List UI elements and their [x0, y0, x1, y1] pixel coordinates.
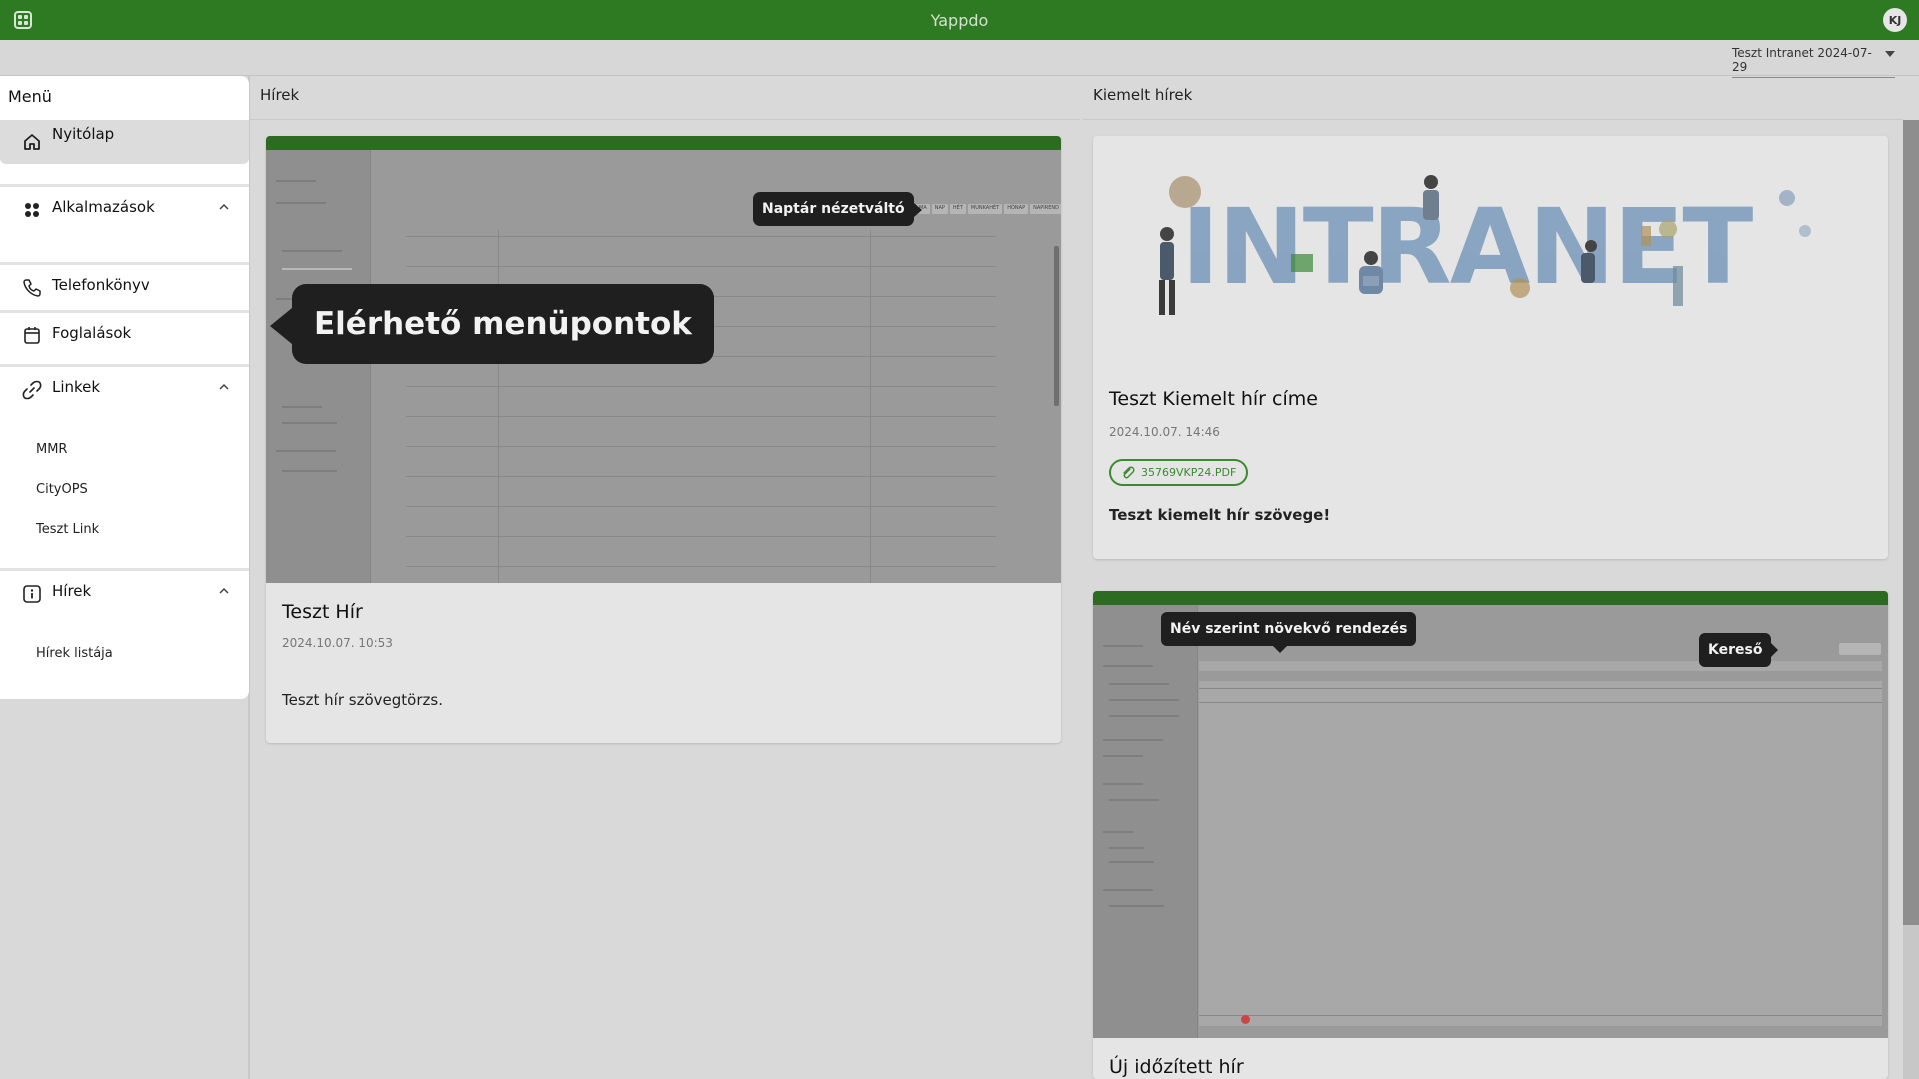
paperclip-icon	[1123, 466, 1135, 479]
featured-card-screenshot: Név szerint növekvő rendezés Kereső	[1093, 591, 1888, 1038]
featured-card[interactable]: INTRANET Teszt Kiemelt hír címe 2024.10.…	[1093, 136, 1888, 559]
featured-card-timed[interactable]: Név szerint növekvő rendezés Kereső Új i…	[1093, 591, 1888, 1079]
avatar[interactable]: KJ	[1883, 8, 1907, 32]
tooltip-arrow-icon	[1273, 646, 1287, 653]
sub-bar: Teszt Intranet 2024-07-29	[0, 40, 1919, 78]
featured-card-title[interactable]: Teszt Kiemelt hír címe	[1109, 388, 1318, 410]
shot-view-button: NAPIREND	[1030, 204, 1061, 214]
home-icon	[24, 134, 40, 150]
tooltip-sort: Név szerint növekvő rendezés	[1161, 612, 1417, 653]
sidebar-subitem-news-list[interactable]: Hírek listája	[36, 646, 113, 661]
sidebar-item-label: Foglalások	[52, 324, 132, 342]
chevron-up-icon[interactable]	[219, 586, 229, 596]
tooltip-menu-text: Elérhető menüpontok	[314, 306, 692, 342]
tooltip-view-switch: Naptár nézetváltó	[753, 192, 922, 226]
attachment-chip[interactable]: 35769VKP24.PDF	[1109, 459, 1249, 486]
shot-view-button: HÓNAP	[1004, 204, 1029, 214]
page-scrollbar[interactable]	[1903, 120, 1919, 1079]
info-icon	[23, 585, 41, 603]
featured-card-body: Teszt kiemelt hír szövege!	[1109, 506, 1331, 524]
chevron-down-icon	[1885, 51, 1895, 57]
tooltip-search: Kereső	[1699, 633, 1779, 667]
attachment-name: 35769VKP24.PDF	[1141, 466, 1237, 479]
sidebar-subitem-cityops[interactable]: CityOPS	[36, 482, 88, 497]
tooltip-sort-text: Név szerint növekvő rendezés	[1170, 621, 1408, 637]
divider	[0, 184, 249, 187]
shot-sidebar	[266, 150, 371, 583]
calendar-icon	[24, 327, 40, 344]
chevron-up-icon[interactable]	[219, 382, 229, 392]
scrollbar-thumb[interactable]	[1903, 120, 1919, 925]
sidebar-subitem-mmr[interactable]: MMR	[36, 442, 67, 457]
divider	[0, 310, 249, 313]
featured-card-timed-title[interactable]: Új időzített hír	[1109, 1056, 1244, 1078]
intranet-banner: INTRANET	[1093, 136, 1888, 356]
tooltip-arrow-icon	[270, 308, 292, 344]
tooltip-arrow-icon	[913, 203, 922, 217]
news-card[interactable]: MA NAP HÉT MUNKAHÉT HÓNAP NAPIREND Naptá…	[266, 136, 1061, 743]
news-card-title[interactable]: Teszt Hír	[282, 601, 363, 623]
sidebar-item-label: Linkek	[52, 378, 101, 396]
link-icon	[22, 380, 42, 400]
tenant-select-value: Teszt Intranet 2024-07-29	[1732, 46, 1872, 74]
divider	[0, 262, 249, 265]
sidebar-title: Menü	[8, 87, 52, 106]
shot-topbar	[1093, 591, 1888, 605]
sidebar-item-label: Telefonkönyv	[52, 276, 150, 294]
news-card-body: Teszt hír szövegtörzs.	[282, 691, 443, 709]
banner-people-illustration	[1159, 175, 1811, 315]
shot-view-button: MUNKAHÉT	[967, 204, 1003, 214]
tooltip-arrow-icon	[1771, 643, 1779, 657]
shot-view-button: NAP	[931, 204, 948, 214]
sidebar: Menü Nyitólap Alkalmazások Telefonkönyv …	[0, 76, 249, 699]
sidebar-item-label: Hírek	[52, 582, 92, 600]
top-bar: Yappdo KJ	[0, 0, 1919, 40]
news-header: Hírek	[250, 76, 1080, 120]
sidebar-item-links[interactable]: Linkek	[0, 368, 249, 412]
featured-header: Kiemelt hírek	[1083, 76, 1903, 120]
app-grid-icon[interactable]	[14, 11, 32, 29]
shot-sidebar	[1093, 605, 1198, 1038]
shot-topbar	[266, 136, 1061, 150]
sidebar-item-news[interactable]: Hírek	[0, 572, 249, 616]
sidebar-item-phonebook[interactable]: Telefonkönyv	[0, 266, 249, 310]
app-title: Yappdo	[930, 10, 989, 30]
divider	[0, 568, 249, 571]
shot-view-buttons: MA NAP HÉT MUNKAHÉT HÓNAP NAPIREND	[916, 204, 1061, 214]
news-card-date: 2024.10.07. 10:53	[282, 636, 393, 650]
news-header-title: Hírek	[260, 86, 300, 104]
sidebar-item-label: Alkalmazások	[52, 198, 155, 216]
tooltip-menu: Elérhető menüpontok	[270, 284, 714, 364]
chevron-up-icon[interactable]	[219, 202, 229, 212]
featured-card-date: 2024.10.07. 14:46	[1109, 425, 1220, 439]
sidebar-subitem-test-link[interactable]: Teszt Link	[36, 522, 99, 537]
sidebar-item-home[interactable]: Nyitólap	[0, 120, 249, 164]
news-card-screenshot: MA NAP HÉT MUNKAHÉT HÓNAP NAPIREND Naptá…	[266, 136, 1061, 583]
phone-icon	[23, 279, 41, 297]
tooltip-view-switch-text: Naptár nézetváltó	[762, 201, 905, 217]
sidebar-item-apps[interactable]: Alkalmazások	[0, 188, 249, 232]
featured-header-title: Kiemelt hírek	[1093, 86, 1193, 104]
shot-view-button: HÉT	[949, 204, 966, 214]
apps-icon	[25, 203, 39, 217]
tenant-select[interactable]: Teszt Intranet 2024-07-29	[1732, 46, 1895, 78]
sidebar-item-bookings[interactable]: Foglalások	[0, 314, 249, 358]
divider	[0, 364, 249, 367]
sidebar-item-label: Nyitólap	[52, 125, 115, 143]
tooltip-search-text: Kereső	[1708, 642, 1763, 658]
